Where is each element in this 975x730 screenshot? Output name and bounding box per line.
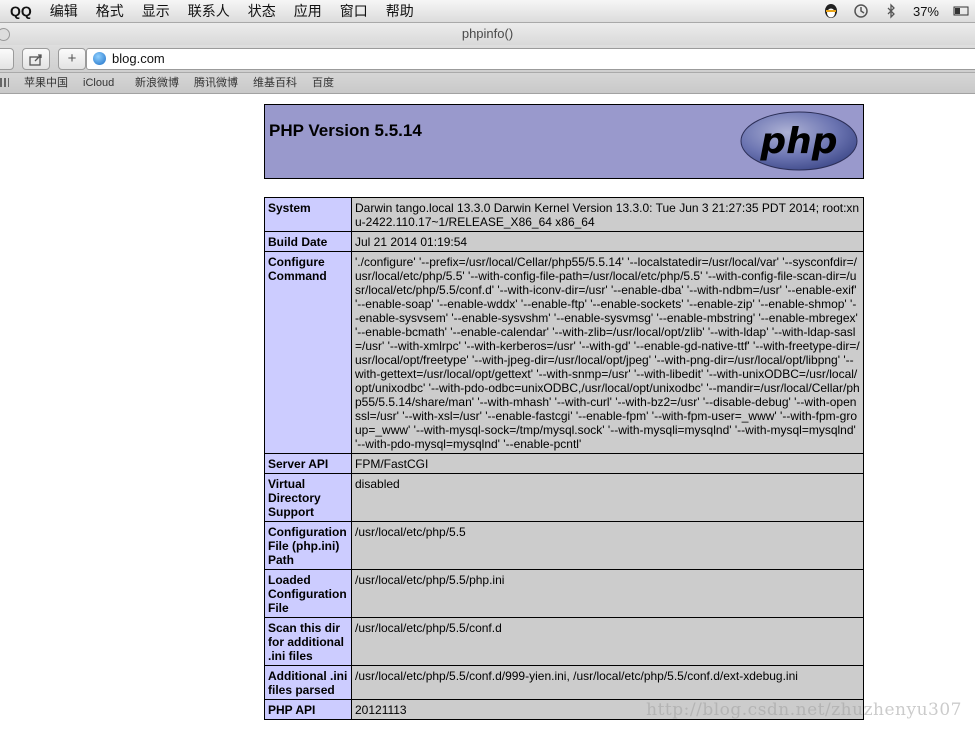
svg-text:php: php: [759, 121, 837, 162]
menu-edit[interactable]: 编辑: [50, 1, 78, 21]
row-value: FPM/FastCGI: [351, 453, 864, 474]
bookmark-sina-weibo[interactable]: 新浪微博: [135, 73, 179, 93]
browser-toolbar: + blog.com: [0, 45, 975, 73]
table-row: System Darwin tango.local 13.3.0 Darwin K…: [264, 197, 864, 232]
address-bar[interactable]: blog.com: [86, 48, 975, 70]
window-title: phpinfo(): [461, 26, 514, 41]
row-key: System: [264, 197, 352, 232]
row-value: Darwin tango.local 13.3.0 Darwin Kernel …: [351, 197, 864, 232]
share-icon: [29, 54, 42, 66]
menu-status[interactable]: 状态: [248, 1, 276, 21]
menu-contacts[interactable]: 联系人: [188, 1, 230, 21]
bookmarks-bar: 苹果中国 iCloud 新浪微博 腾讯微博 维基百科 百度: [0, 73, 975, 94]
back-button[interactable]: [0, 48, 14, 70]
row-key: Server API: [264, 453, 352, 474]
table-row: Scan this dir for additional .ini files /…: [264, 617, 864, 666]
row-value: Jul 21 2014 01:19:54: [351, 231, 864, 252]
php-version-header: PHP Version 5.5.14 php: [264, 104, 864, 179]
table-row: Server API FPM/FastCGI: [264, 453, 864, 474]
row-key: Loaded Configuration File: [264, 569, 352, 618]
row-value: disabled: [351, 473, 864, 522]
window-title-bar: phpinfo(): [0, 23, 975, 45]
row-value: /usr/local/etc/php/5.5/php.ini: [351, 569, 864, 618]
window-control-button[interactable]: [0, 28, 10, 41]
row-value: /usr/local/etc/php/5.5/conf.d: [351, 617, 864, 666]
add-bookmark-button[interactable]: +: [58, 48, 86, 70]
php-logo-icon: php: [740, 111, 858, 171]
row-value: /usr/local/etc/php/5.5/conf.d/999-yien.i…: [351, 665, 864, 700]
url-text[interactable]: blog.com: [112, 49, 165, 69]
php-info-table: System Darwin tango.local 13.3.0 Darwin K…: [264, 197, 864, 720]
table-row: Virtual Directory Support disabled: [264, 473, 864, 522]
globe-icon: [93, 52, 106, 65]
row-key: Scan this dir for additional .ini files: [264, 617, 352, 666]
row-key: Additional .ini files parsed: [264, 665, 352, 700]
row-key: Build Date: [264, 231, 352, 252]
table-row: Loaded Configuration File/usr/local/etc/…: [264, 569, 864, 618]
battery-percentage[interactable]: 37%: [913, 4, 939, 19]
menu-format[interactable]: 格式: [96, 1, 124, 21]
app-menu[interactable]: QQ: [10, 3, 32, 19]
row-key: PHP API: [264, 699, 352, 720]
menu-bar: QQ 编辑 格式 显示 联系人 状态 应用 窗口 帮助 37%: [0, 0, 975, 23]
table-row: Build Date Jul 21 2014 01:19:54: [264, 231, 864, 252]
row-key: Configure Command: [264, 251, 352, 454]
bookmark-baidu[interactable]: 百度: [312, 73, 334, 93]
table-row: Additional .ini files parsed/usr/local/e…: [264, 665, 864, 700]
row-key: Configuration File (php.ini) Path: [264, 521, 352, 570]
bookmark-wikipedia[interactable]: 维基百科: [253, 73, 297, 93]
menu-window[interactable]: 窗口: [340, 1, 368, 21]
bookmark-icloud[interactable]: iCloud: [83, 73, 114, 93]
time-machine-icon[interactable]: [853, 3, 869, 19]
watermark-text: http://blog.csdn.net/zhuzhenyu307: [646, 700, 962, 720]
table-row: Configuration File (php.ini) Path/usr/lo…: [264, 521, 864, 570]
show-all-bookmarks-icon[interactable]: [0, 78, 9, 87]
battery-icon[interactable]: [953, 3, 969, 19]
menu-help[interactable]: 帮助: [386, 1, 414, 21]
bookmark-tencent-weibo[interactable]: 腾讯微博: [194, 73, 238, 93]
row-key: Virtual Directory Support: [264, 473, 352, 522]
row-value: /usr/local/etc/php/5.5: [351, 521, 864, 570]
menu-apps[interactable]: 应用: [294, 1, 322, 21]
bookmark-apple-china[interactable]: 苹果中国: [24, 73, 68, 93]
php-version-title: PHP Version 5.5.14: [269, 121, 422, 140]
row-value: './configure' '--prefix=/usr/local/Cella…: [351, 251, 864, 454]
table-row: Configure Command './configure' '--prefix…: [264, 251, 864, 454]
qq-penguin-icon[interactable]: [823, 3, 839, 19]
menu-view[interactable]: 显示: [142, 1, 170, 21]
bluetooth-icon[interactable]: [883, 3, 899, 19]
share-button[interactable]: [22, 48, 50, 70]
